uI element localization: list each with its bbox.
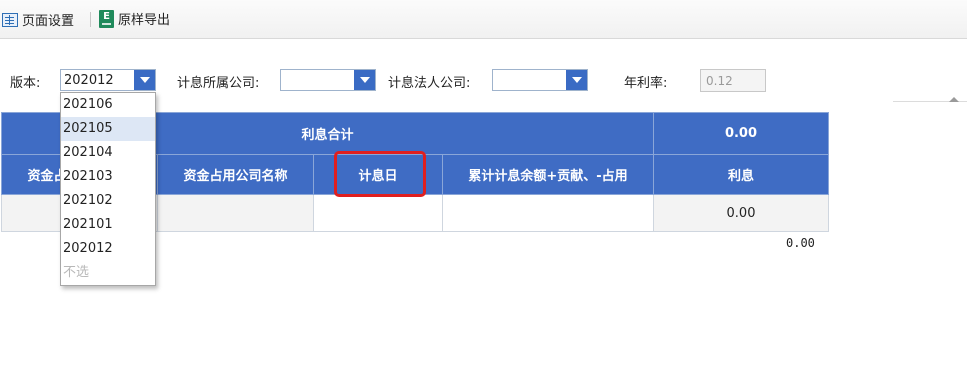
toolbar-divider	[90, 12, 91, 27]
col-header-balance[interactable]: 累计计息余额+贡献、-占用	[442, 154, 654, 195]
version-dropdown-button[interactable]	[134, 70, 155, 90]
rate-label: 年利率:	[624, 76, 668, 91]
version-dropdown-list: 202106 202105 202104 202103 202102 20210…	[60, 92, 156, 286]
page-setup-label: 页面设置	[22, 14, 75, 29]
dropdown-option[interactable]: 202102	[61, 189, 155, 213]
dropdown-option[interactable]: 202012	[61, 237, 155, 261]
cell-balance	[442, 194, 654, 232]
version-select[interactable]: 202012	[60, 69, 156, 91]
collapse-icon[interactable]	[949, 97, 959, 102]
panel-edge	[893, 97, 967, 112]
col-header-date[interactable]: 计息日	[313, 154, 443, 195]
rate-value: 0.12	[706, 74, 733, 88]
col-header-fund-name[interactable]: 资金占用公司名称	[157, 154, 314, 195]
version-value: 202012	[64, 73, 114, 88]
dropdown-option-hovered[interactable]: 202105	[61, 117, 155, 141]
company-select[interactable]	[280, 69, 376, 91]
cell-fund-name	[157, 194, 314, 232]
cell-date	[313, 194, 443, 232]
page-layout-icon	[2, 12, 18, 27]
cell-interest: 0.00	[653, 194, 829, 232]
company-dropdown-button[interactable]	[354, 70, 375, 90]
excel-icon: E	[99, 9, 114, 28]
company-label: 计息所属公司:	[177, 76, 260, 91]
legal-company-select[interactable]	[492, 69, 588, 91]
chevron-down-icon	[359, 77, 370, 83]
summary-value: 0.00	[653, 112, 829, 155]
dropdown-option-none[interactable]: 不选	[61, 261, 155, 285]
chevron-down-icon	[571, 77, 582, 83]
dropdown-option[interactable]: 202103	[61, 165, 155, 189]
chevron-down-icon	[139, 77, 150, 83]
version-label: 版本:	[10, 76, 41, 91]
footer-total: 0.00	[786, 236, 815, 250]
rate-input[interactable]: 0.12	[700, 69, 766, 92]
export-button[interactable]: E 原样导出	[99, 9, 170, 28]
toolbar: 页面设置 E 原样导出	[0, 0, 967, 39]
col-header-interest[interactable]: 利息	[653, 154, 829, 195]
export-label: 原样导出	[118, 13, 171, 28]
page-setup-button[interactable]: 页面设置	[2, 10, 74, 29]
dropdown-option[interactable]: 202106	[61, 93, 155, 117]
dropdown-option[interactable]: 202101	[61, 213, 155, 237]
legal-company-dropdown-button[interactable]	[566, 70, 587, 90]
dropdown-option[interactable]: 202104	[61, 141, 155, 165]
legal-company-label: 计息法人公司:	[388, 76, 471, 91]
